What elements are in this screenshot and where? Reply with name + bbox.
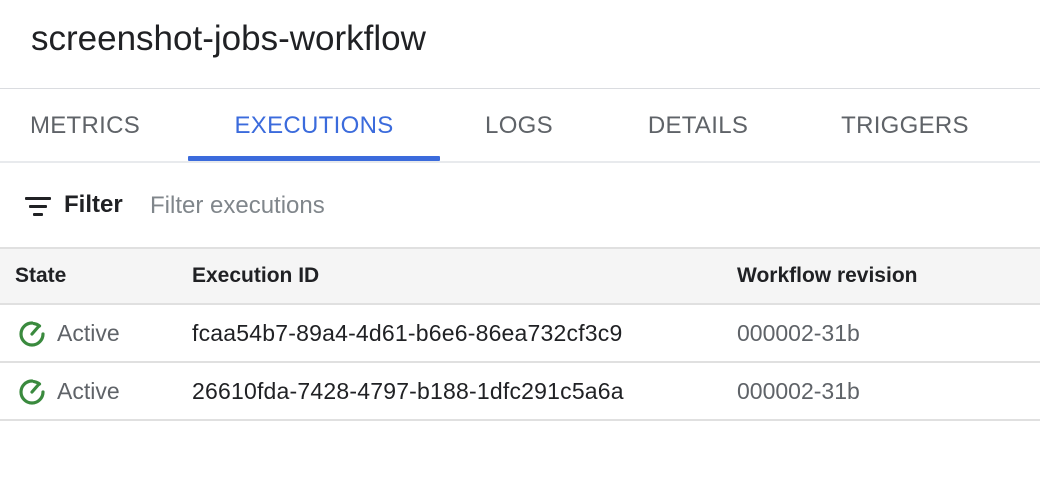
tab-metrics[interactable]: METRICS [0,89,170,163]
workflow-revision-value: 000002-31b [737,378,860,404]
tab-details[interactable]: DETAILS [620,89,776,163]
active-status-icon [19,321,45,347]
workflow-revision-value: 000002-31b [737,320,860,346]
state-value: Active [57,378,120,404]
tab-bar: METRICS EXECUTIONS LOGS DETAILS TRIGGERS [0,89,1040,163]
tab-executions[interactable]: EXECUTIONS [188,89,440,163]
active-tab-indicator [188,156,440,161]
table-row[interactable]: Active fcaa54b7-89a4-4d61-b6e6-86ea732cf… [0,305,1040,363]
column-header-execution-id[interactable]: Execution ID [192,264,319,288]
filter-bar: Filter [0,165,1040,247]
executions-table: State Execution ID Workflow revision Act… [0,247,1040,421]
title-bar: screenshot-jobs-workflow [0,0,1040,89]
page-title: screenshot-jobs-workflow [31,19,426,58]
column-header-workflow-revision[interactable]: Workflow revision [737,264,917,288]
filter-list-icon[interactable] [25,197,51,217]
filter-label[interactable]: Filter [64,191,123,219]
table-header: State Execution ID Workflow revision [0,247,1040,305]
state-value: Active [57,320,120,346]
execution-id-link[interactable]: 26610fda-7428-4797-b188-1dfc291c5a6a [192,378,624,405]
column-header-state[interactable]: State [15,264,66,288]
active-status-icon [19,379,45,405]
table-row[interactable]: Active 26610fda-7428-4797-b188-1dfc291c5… [0,363,1040,421]
filter-executions-input[interactable] [140,185,740,227]
tab-logs[interactable]: LOGS [458,89,580,163]
execution-id-link[interactable]: fcaa54b7-89a4-4d61-b6e6-86ea732cf3c9 [192,320,623,347]
tab-triggers[interactable]: TRIGGERS [820,89,990,163]
